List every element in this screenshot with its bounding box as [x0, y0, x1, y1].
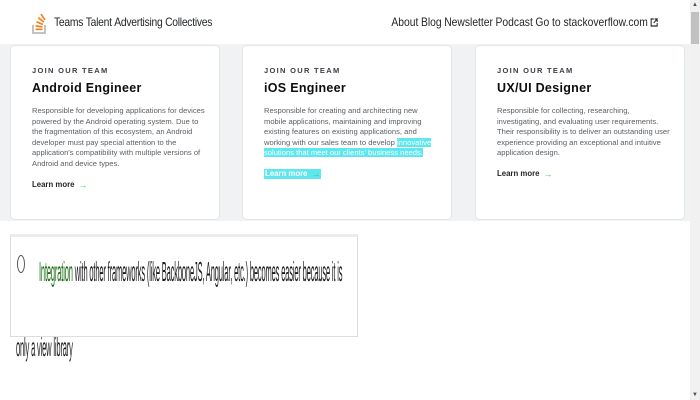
card-description: Responsible for collecting, researching,…: [497, 106, 670, 158]
external-link-icon: [650, 18, 658, 27]
nav-about[interactable]: About: [391, 15, 418, 29]
job-card-ux-ui: JOIN OUR TEAM UX/UI Designer Responsible…: [475, 45, 685, 220]
card-title: iOS Engineer: [264, 81, 347, 95]
top-navigation: Teams Talent Advertising Collectives About …: [0, 0, 690, 44]
nav-talent[interactable]: Talent: [86, 15, 112, 29]
nav-advertising[interactable]: Advertising: [114, 15, 162, 29]
card-description: Responsible for developing applications …: [32, 106, 205, 168]
learn-more-link[interactable]: Learn more →: [497, 169, 552, 179]
answer-option-text[interactable]: Integration with other frameworks (like …: [39, 259, 359, 287]
answer-text-rest: with other frameworks (like BackboneJS, …: [72, 257, 343, 289]
arrow-right-icon: →: [78, 179, 88, 190]
learn-more-label: Learn more: [497, 169, 540, 179]
arrow-right-icon: →: [311, 168, 321, 179]
card-title: Android Engineer: [32, 81, 142, 95]
card-eyebrow: JOIN OUR TEAM: [497, 66, 574, 75]
nav-go-to-label: Go to stackoverflow.com: [535, 15, 648, 29]
nav-teams[interactable]: Teams: [54, 15, 83, 29]
scrollbar-thumb[interactable]: [691, 12, 699, 44]
scroll-up-icon[interactable]: ▲: [690, 0, 700, 10]
learn-more-label: Learn more: [265, 169, 308, 179]
vertical-scrollbar[interactable]: ▲ ▼: [690, 0, 700, 400]
stack-overflow-logo-icon[interactable]: [32, 9, 48, 34]
learn-more-link[interactable]: Learn more →: [264, 168, 322, 179]
card-eyebrow: JOIN OUR TEAM: [32, 66, 109, 75]
answer-radio-button[interactable]: [17, 255, 25, 273]
nav-blog[interactable]: Blog: [421, 15, 442, 29]
nav-go-to-stackoverflow[interactable]: Go to stackoverflow.com: [535, 15, 658, 29]
nav-collectives[interactable]: Collectives: [165, 15, 212, 29]
learn-more-label: Learn more: [32, 180, 75, 190]
scroll-down-icon[interactable]: ▼: [690, 390, 700, 400]
answer-text-highlight: Integration: [39, 257, 73, 289]
secondary-nav: About Blog Newsletter Podcast Go to stac…: [391, 15, 658, 29]
arrow-right-icon: →: [543, 168, 553, 179]
card-description: Responsible for creating and architectin…: [264, 106, 439, 159]
job-card-ios: JOIN OUR TEAM iOS Engineer Responsible f…: [242, 45, 452, 220]
card-eyebrow: JOIN OUR TEAM: [264, 66, 341, 75]
brand-menu: Teams Talent Advertising Collectives: [54, 15, 215, 29]
answer-option-continuation: only a view library: [16, 333, 73, 363]
job-card-android: JOIN OUR TEAM Android Engineer Responsib…: [10, 45, 220, 220]
card-title: UX/UI Designer: [497, 81, 592, 95]
nav-newsletter[interactable]: Newsletter: [444, 15, 493, 29]
answer-option-panel: Integration with other frameworks (like …: [10, 234, 358, 337]
nav-podcast[interactable]: Podcast: [495, 15, 532, 29]
learn-more-link[interactable]: Learn more →: [32, 180, 87, 190]
